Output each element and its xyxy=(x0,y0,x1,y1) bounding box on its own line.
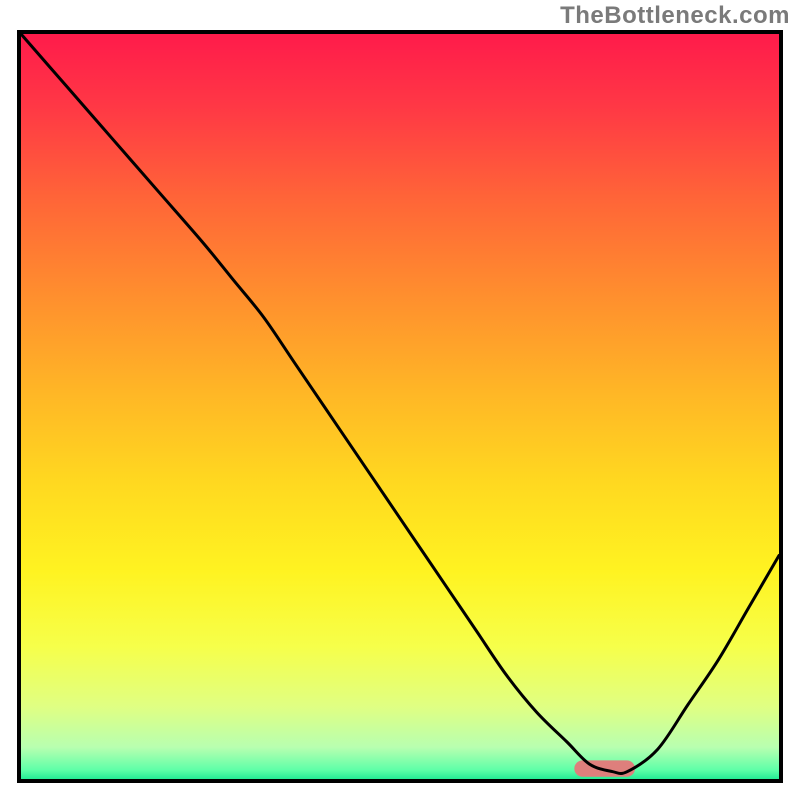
bottleneck-chart xyxy=(0,0,800,800)
watermark-text: TheBottleneck.com xyxy=(560,2,790,30)
plot-background xyxy=(19,32,781,781)
chart-frame: TheBottleneck.com xyxy=(0,0,800,800)
